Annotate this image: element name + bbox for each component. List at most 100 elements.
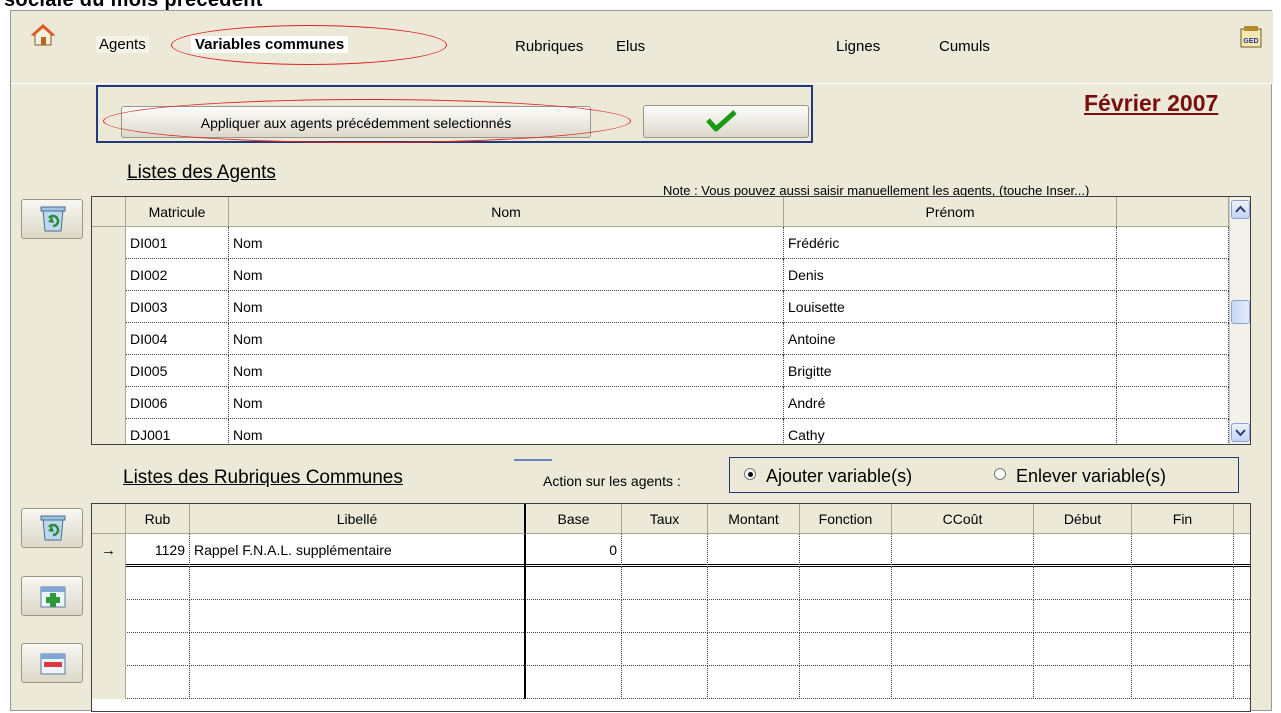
cell-libelle[interactable] (190, 666, 526, 699)
cell-fin[interactable] (1132, 666, 1234, 699)
cell-matricule[interactable]: DI003 (126, 291, 229, 323)
scroll-thumb[interactable] (1231, 300, 1250, 324)
cell-montant[interactable] (708, 567, 800, 600)
cell-taux[interactable] (622, 633, 708, 666)
rub-header-libelle[interactable]: Libellé (190, 504, 526, 534)
cell-nom[interactable]: Nom (229, 259, 784, 291)
rub-header-fonction[interactable]: Fonction (800, 504, 892, 534)
table-row[interactable]: DI006 Nom André (92, 387, 1229, 419)
cell-montant[interactable] (708, 666, 800, 699)
cell-base[interactable] (526, 633, 622, 666)
menu-lignes[interactable]: Lignes (836, 38, 880, 55)
cell-rub[interactable] (126, 666, 190, 699)
cell-blank[interactable] (1234, 567, 1250, 600)
rub-header-debut[interactable]: Début (1034, 504, 1132, 534)
row-indicator[interactable] (92, 666, 126, 699)
cell-libelle[interactable] (190, 567, 526, 600)
cell-blank[interactable] (1117, 259, 1229, 291)
rub-header-ccout[interactable]: CCoût (892, 504, 1034, 534)
row-indicator[interactable] (92, 259, 126, 291)
row-indicator[interactable] (92, 355, 126, 387)
row-indicator[interactable] (92, 600, 126, 633)
cell-nom[interactable]: Nom (229, 227, 784, 259)
cell-ccout[interactable] (892, 600, 1034, 633)
cell-libelle[interactable] (190, 633, 526, 666)
radio-remove-variables[interactable]: Enlever variable(s) (994, 466, 1166, 487)
table-row[interactable]: DI004 Nom Antoine (92, 323, 1229, 355)
home-icon[interactable] (31, 23, 55, 47)
cell-blank[interactable] (1117, 419, 1229, 444)
cell-matricule[interactable]: DI004 (126, 323, 229, 355)
cell-ccout[interactable] (892, 633, 1034, 666)
row-indicator[interactable] (92, 323, 126, 355)
row-indicator[interactable] (92, 633, 126, 666)
cell-blank[interactable] (1117, 355, 1229, 387)
table-row[interactable]: → 1129 Rappel F.N.A.L. supplémentaire 0 (92, 534, 1250, 567)
cell-debut[interactable] (1034, 633, 1132, 666)
menu-cumuls[interactable]: Cumuls (939, 38, 990, 55)
menu-rubriques[interactable]: Rubriques (515, 38, 583, 55)
rub-header-rub[interactable]: Rub (126, 504, 190, 534)
rub-header-base[interactable]: Base (526, 504, 622, 534)
radio-add-variables[interactable]: Ajouter variable(s) (744, 466, 912, 487)
clear-agents-button[interactable] (21, 199, 83, 239)
empty-table-row[interactable] (92, 567, 1250, 600)
cell-libelle[interactable] (190, 600, 526, 633)
row-indicator[interactable] (92, 227, 126, 259)
cell-libelle[interactable]: Rappel F.N.A.L. supplémentaire (190, 534, 526, 567)
cell-nom[interactable]: Nom (229, 355, 784, 387)
cell-fonction[interactable] (800, 633, 892, 666)
cell-matricule[interactable]: DJ001 (126, 419, 229, 444)
menu-agents[interactable]: Agents (96, 36, 149, 53)
ged-icon[interactable]: GED (1239, 25, 1263, 49)
scroll-up-button[interactable] (1231, 200, 1250, 219)
cell-matricule[interactable]: DI006 (126, 387, 229, 419)
cell-taux[interactable] (622, 567, 708, 600)
cell-matricule[interactable]: DI001 (126, 227, 229, 259)
cell-prenom[interactable]: Cathy (784, 419, 1117, 444)
cell-fonction[interactable] (800, 567, 892, 600)
rub-header-montant[interactable]: Montant (708, 504, 800, 534)
clear-rubriques-button[interactable] (21, 508, 83, 548)
cell-nom[interactable]: Nom (229, 419, 784, 444)
cell-fin[interactable] (1132, 600, 1234, 633)
cell-blank[interactable] (1234, 534, 1250, 567)
agents-header-prenom[interactable]: Prénom (784, 197, 1117, 227)
cell-blank[interactable] (1117, 323, 1229, 355)
cell-fin[interactable] (1132, 534, 1234, 567)
cell-matricule[interactable]: DI005 (126, 355, 229, 387)
row-indicator[interactable] (92, 291, 126, 323)
table-row[interactable]: DJ001 Nom Cathy (92, 419, 1229, 444)
radio-button[interactable] (994, 468, 1006, 480)
cell-fonction[interactable] (800, 666, 892, 699)
cell-base[interactable] (526, 567, 622, 600)
cell-blank[interactable] (1234, 633, 1250, 666)
cell-matricule[interactable]: DI002 (126, 259, 229, 291)
row-indicator[interactable] (92, 567, 126, 600)
cell-taux[interactable] (622, 600, 708, 633)
cell-nom[interactable]: Nom (229, 387, 784, 419)
table-row[interactable]: DI002 Nom Denis (92, 259, 1229, 291)
delete-row-button[interactable] (21, 643, 83, 683)
rub-header-taux[interactable]: Taux (622, 504, 708, 534)
menu-elus[interactable]: Elus (616, 38, 645, 55)
agents-header-matricule[interactable]: Matricule (126, 197, 229, 227)
cell-taux[interactable] (622, 534, 708, 567)
cell-debut[interactable] (1034, 567, 1132, 600)
cell-rub[interactable] (126, 633, 190, 666)
cell-fonction[interactable] (800, 534, 892, 567)
cell-debut[interactable] (1034, 534, 1132, 567)
cell-rub[interactable] (126, 567, 190, 600)
agents-header-nom[interactable]: Nom (229, 197, 784, 227)
cell-debut[interactable] (1034, 600, 1132, 633)
cell-fin[interactable] (1132, 567, 1234, 600)
agents-scrollbar[interactable] (1229, 197, 1250, 444)
empty-table-row[interactable] (92, 600, 1250, 633)
row-indicator[interactable] (92, 419, 126, 444)
cell-base[interactable] (526, 666, 622, 699)
scroll-down-button[interactable] (1231, 423, 1250, 442)
cell-prenom[interactable]: Brigitte (784, 355, 1117, 387)
cell-ccout[interactable] (892, 567, 1034, 600)
cell-taux[interactable] (622, 666, 708, 699)
cell-montant[interactable] (708, 633, 800, 666)
